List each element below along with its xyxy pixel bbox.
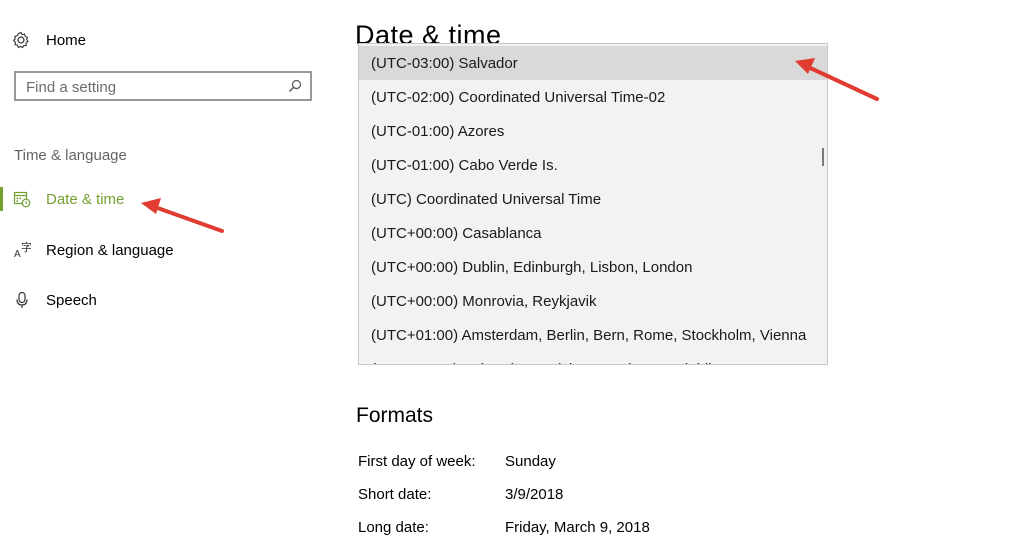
scrollbar-thumb[interactable] bbox=[822, 148, 824, 166]
gear-icon bbox=[12, 31, 30, 49]
sidebar-item-speech[interactable]: Speech bbox=[0, 286, 97, 314]
home-label: Home bbox=[46, 31, 87, 49]
timezone-option[interactable]: (UTC-03:00) Salvador bbox=[359, 46, 827, 80]
first-day-value: Sunday bbox=[505, 453, 556, 470]
search-input[interactable]: Find a setting bbox=[14, 71, 312, 101]
timezone-option[interactable]: (UTC+00:00) Monrovia, Reykjavik bbox=[359, 284, 827, 318]
timezone-dropdown-list[interactable]: (UTC-03:00) Salvador (UTC-02:00) Coordin… bbox=[358, 43, 828, 365]
long-date-value: Friday, March 9, 2018 bbox=[505, 519, 650, 536]
short-date-value: 3/9/2018 bbox=[505, 486, 564, 503]
short-date-label: Short date: bbox=[358, 486, 432, 503]
sidebar-item-label: Speech bbox=[46, 291, 97, 309]
active-indicator bbox=[0, 187, 3, 211]
timezone-option[interactable]: (UTC+01:00) Belgrade, Bratislava, Budape… bbox=[359, 352, 827, 365]
timezone-option[interactable]: (UTC-01:00) Azores bbox=[359, 114, 827, 148]
timezone-option[interactable]: (UTC-02:00) Coordinated Universal Time-0… bbox=[359, 80, 827, 114]
timezone-option[interactable]: (UTC) Coordinated Universal Time bbox=[359, 182, 827, 216]
sidebar-item-label: Date & time bbox=[46, 190, 125, 208]
svg-text:A: A bbox=[14, 249, 21, 259]
home-link[interactable]: Home bbox=[12, 28, 86, 52]
sidebar-item-region-language[interactable]: A 字 Region & language bbox=[0, 236, 174, 264]
annotation-arrow bbox=[141, 198, 224, 233]
timezone-option[interactable]: (UTC+00:00) Casablanca bbox=[359, 216, 827, 250]
search-placeholder: Find a setting bbox=[26, 79, 117, 96]
calendar-clock-icon bbox=[13, 190, 31, 208]
section-label: Time & language bbox=[14, 147, 127, 164]
timezone-option[interactable]: (UTC+01:00) Amsterdam, Berlin, Bern, Rom… bbox=[359, 318, 827, 352]
language-icon: A 字 bbox=[13, 241, 31, 259]
first-day-label: First day of week: bbox=[358, 453, 476, 470]
microphone-icon bbox=[13, 291, 31, 309]
search-icon[interactable] bbox=[288, 79, 302, 93]
svg-text:字: 字 bbox=[21, 241, 31, 254]
timezone-option[interactable]: (UTC+00:00) Dublin, Edinburgh, Lisbon, L… bbox=[359, 250, 827, 284]
long-date-label: Long date: bbox=[358, 519, 429, 536]
sidebar-item-date-time[interactable]: Date & time bbox=[0, 185, 124, 213]
formats-heading: Formats bbox=[356, 404, 434, 427]
sidebar-item-label: Region & language bbox=[46, 241, 174, 259]
timezone-option[interactable]: (UTC-01:00) Cabo Verde Is. bbox=[359, 148, 827, 182]
